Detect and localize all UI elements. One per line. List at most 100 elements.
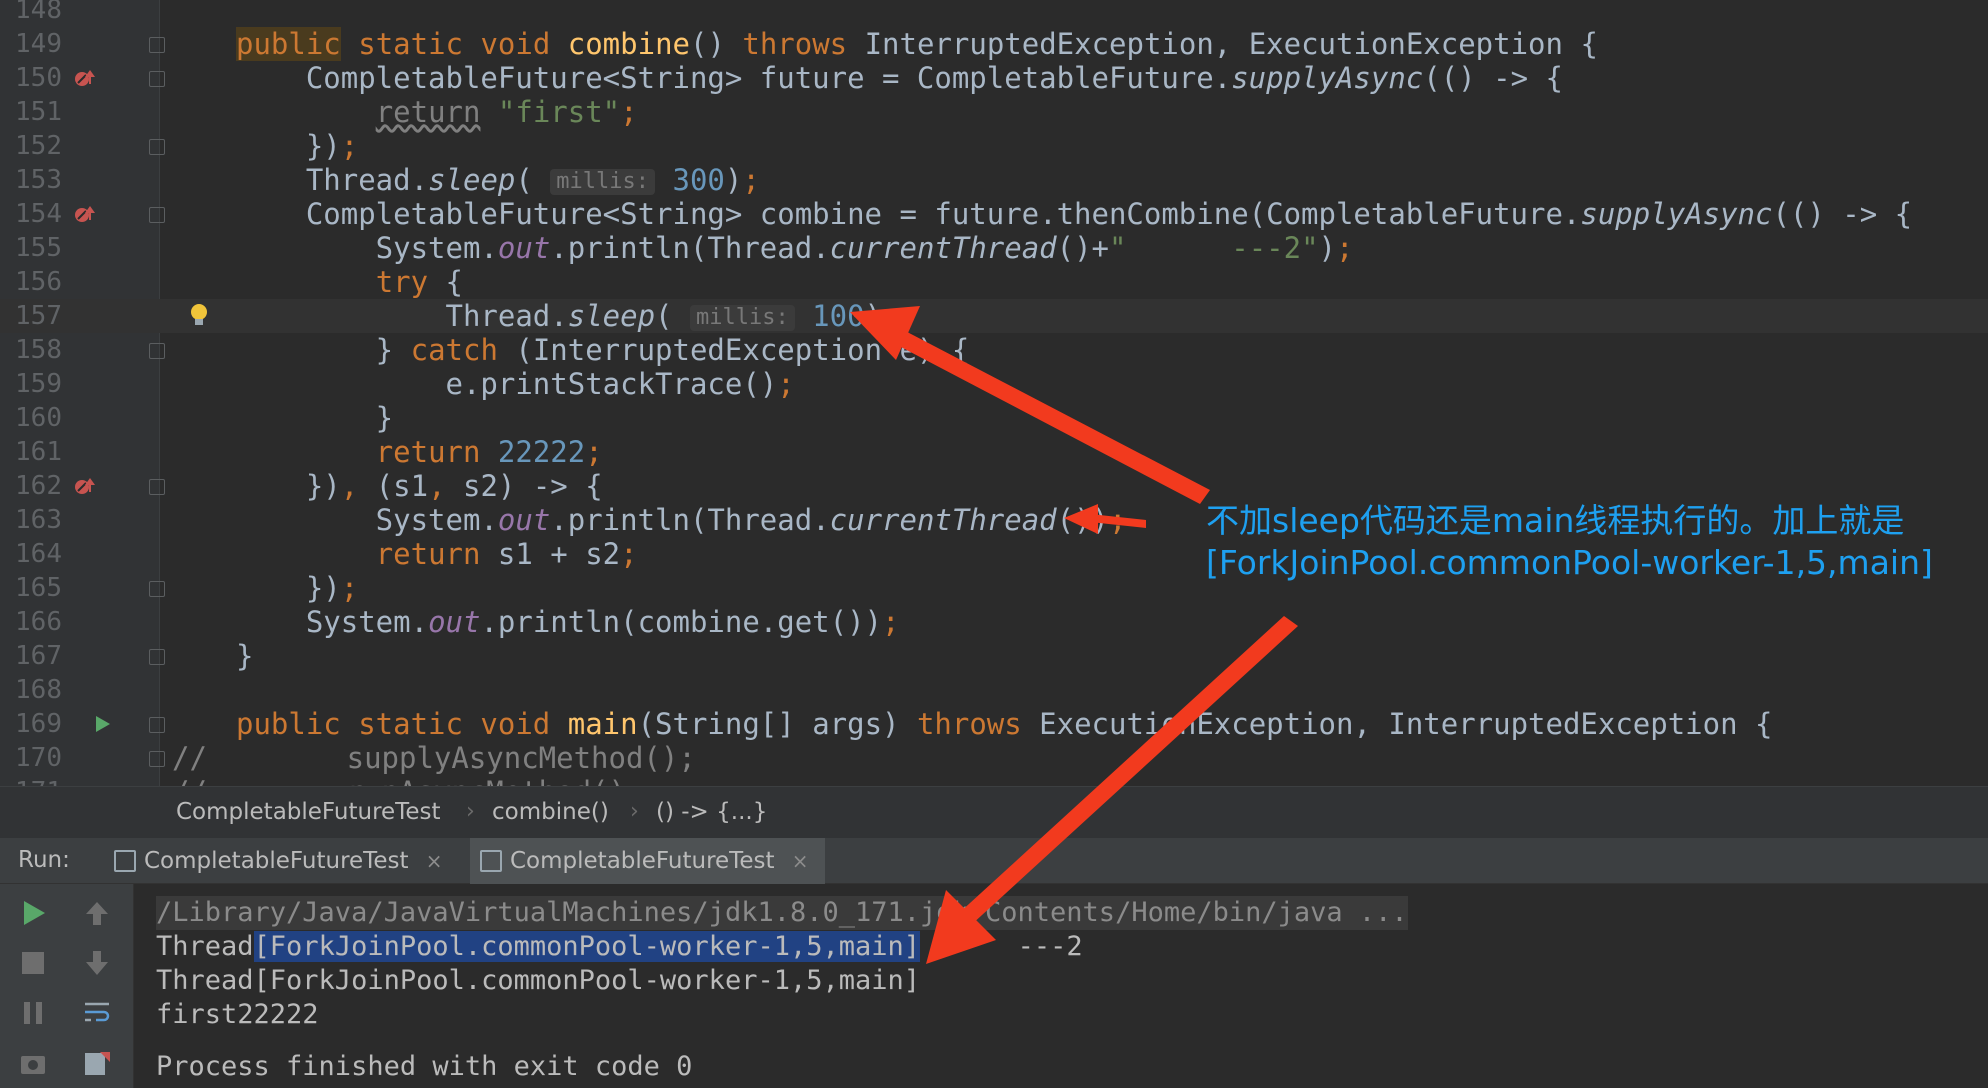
code-line[interactable]: 159 e.printStackTrace(); — [0, 367, 1988, 401]
override-method-icon[interactable] — [74, 204, 96, 224]
line-number: 150 — [15, 63, 62, 93]
line-number: 151 — [15, 97, 62, 127]
breadcrumb-separator: › — [466, 799, 475, 824]
code-editor[interactable]: 148 149 public static void combine() throw… — [0, 0, 1988, 786]
code-line[interactable]: 170 // supplyAsyncMethod(); — [0, 741, 1988, 775]
line-number: 159 — [15, 369, 62, 399]
breadcrumb-item-method[interactable]: combine() — [492, 799, 609, 825]
line-number: 171 — [0, 775, 62, 786]
fold-marker-icon[interactable] — [149, 139, 165, 155]
fold-marker-icon[interactable] — [149, 479, 165, 495]
line-number: 158 — [15, 335, 62, 365]
code-text: } — [236, 639, 254, 673]
code-line[interactable]: 149 public static void combine() throws I… — [0, 27, 1988, 61]
console-line: first22222 — [156, 999, 319, 1030]
code-text: System.out.println(Thread.currentThread(… — [236, 231, 1354, 265]
run-gutter-icon[interactable] — [90, 714, 112, 734]
breadcrumb-item-lambda[interactable]: () -> {...} — [656, 799, 767, 825]
code-line[interactable]: 157 Thread.sleep( millis: 100); — [0, 299, 1988, 333]
line-number: 164 — [15, 539, 62, 569]
line-number: 163 — [15, 505, 62, 535]
code-line[interactable]: 160 } — [0, 401, 1988, 435]
code-line[interactable]: 162 }), (s1, s2) -> { — [0, 469, 1988, 503]
code-line[interactable]: 171 // runAsyncMethod(); — [0, 775, 1988, 786]
code-text: System.out.println(combine.get()); — [236, 605, 900, 639]
console-exit-line: Process finished with exit code 0 — [156, 1051, 693, 1082]
override-method-icon[interactable] — [74, 68, 96, 88]
code-line[interactable]: 166 System.out.println(combine.get()); — [0, 605, 1988, 639]
camera-icon[interactable] — [18, 1048, 48, 1078]
down-arrow-icon[interactable] — [82, 948, 112, 978]
line-number: 152 — [15, 131, 62, 161]
run-label: Run: — [18, 847, 70, 873]
fold-marker-icon[interactable] — [149, 717, 165, 733]
fold-marker-icon[interactable] — [149, 649, 165, 665]
run-panel: /Library/Java/JavaVirtualMachines/jdk1.8… — [0, 884, 1988, 1088]
up-arrow-icon[interactable] — [82, 898, 112, 928]
lightbulb-icon[interactable] — [188, 301, 210, 329]
code-text: Thread.sleep( millis: 100); — [236, 299, 900, 333]
fold-marker-icon[interactable] — [149, 581, 165, 597]
code-line[interactable]: 153 Thread.sleep( millis: 300); — [0, 163, 1988, 197]
close-icon[interactable]: × — [426, 838, 443, 884]
run-toolbar — [0, 884, 134, 1088]
breadcrumb-separator: › — [630, 799, 639, 824]
exit-icon[interactable] — [82, 1048, 112, 1078]
line-number: 149 — [15, 29, 62, 59]
code-line[interactable]: 148 — [0, 0, 1988, 27]
fold-marker-icon[interactable] — [149, 37, 165, 53]
console-output[interactable]: /Library/Java/JavaVirtualMachines/jdk1.8… — [156, 884, 1988, 1088]
fold-marker-icon[interactable] — [149, 71, 165, 87]
line-number: 154 — [15, 199, 62, 229]
pause-icon[interactable] — [18, 998, 48, 1028]
line-number: 166 — [15, 607, 62, 637]
code-text: public static void main(String[] args) t… — [236, 707, 1773, 741]
close-icon[interactable]: × — [792, 838, 809, 884]
breadcrumb-item-class[interactable]: CompletableFutureTest — [176, 799, 440, 825]
line-number: 157 — [15, 301, 62, 331]
code-text: return s1 + s2; — [375, 537, 638, 571]
stop-icon[interactable] — [18, 948, 48, 978]
code-text: return 22222; — [375, 435, 603, 469]
code-line[interactable]: 151 return "first"; — [0, 95, 1988, 129]
fold-marker-icon[interactable] — [149, 751, 165, 767]
console-command-line: /Library/Java/JavaVirtualMachines/jdk1.8… — [156, 896, 1408, 930]
code-text: System.out.println(Thread.currentThread(… — [236, 503, 1127, 537]
code-line[interactable]: 154 CompletableFuture<String> combine = … — [0, 197, 1988, 231]
line-number: 153 — [15, 165, 62, 195]
rerun-icon[interactable] — [18, 898, 48, 928]
code-text: }); — [236, 571, 359, 605]
run-config-icon — [114, 850, 136, 872]
code-line[interactable]: 168 — [0, 673, 1988, 707]
code-text: }), (s1, s2) -> { — [236, 469, 603, 503]
fold-marker-icon[interactable] — [149, 343, 165, 359]
code-line[interactable]: 161 return 22222; — [0, 435, 1988, 469]
code-line[interactable]: 167} — [0, 639, 1988, 673]
code-line[interactable]: 158 } catch (InterruptedException e) { — [0, 333, 1988, 367]
soft-wrap-icon[interactable] — [82, 998, 112, 1028]
fold-marker-icon[interactable] — [149, 207, 165, 223]
run-tab-title: CompletableFutureTest — [144, 848, 409, 874]
line-number: 156 — [15, 267, 62, 297]
code-line[interactable]: 169 public static void main(String[] args… — [0, 707, 1988, 741]
line-number: 148 — [15, 0, 62, 25]
annotation-text: 不加sleep代码还是main线程执行的。加上就是 [ForkJoinPool.… — [1206, 500, 1986, 584]
line-number: 155 — [15, 233, 62, 263]
code-text: CompletableFuture<String> future = Compl… — [236, 61, 1563, 95]
line-number: 169 — [15, 709, 62, 739]
code-line[interactable]: 156 try { — [0, 265, 1988, 299]
annotation-line: [ForkJoinPool.commonPool-worker-1,5,main… — [1206, 543, 1933, 582]
run-tab-2[interactable]: CompletableFutureTest × — [470, 838, 825, 884]
run-tool-window-header: Run: CompletableFutureTest × Completable… — [0, 838, 1988, 884]
run-config-icon — [480, 850, 502, 872]
console-line: Thread[ForkJoinPool.commonPool-worker-1,… — [156, 930, 1083, 964]
line-number: 167 — [15, 641, 62, 671]
code-line[interactable]: 155 System.out.println(Thread.currentThr… — [0, 231, 1988, 265]
code-line[interactable]: 150 CompletableFuture<String> future = C… — [0, 61, 1988, 95]
run-tab-title: CompletableFutureTest — [510, 848, 775, 874]
override-method-icon[interactable] — [74, 476, 96, 496]
code-text: Thread.sleep( millis: 300); — [236, 163, 760, 197]
run-tab-1[interactable]: CompletableFutureTest × — [104, 838, 459, 884]
code-line[interactable]: 152 }); — [0, 129, 1988, 163]
code-text: return "first"; — [375, 95, 638, 129]
